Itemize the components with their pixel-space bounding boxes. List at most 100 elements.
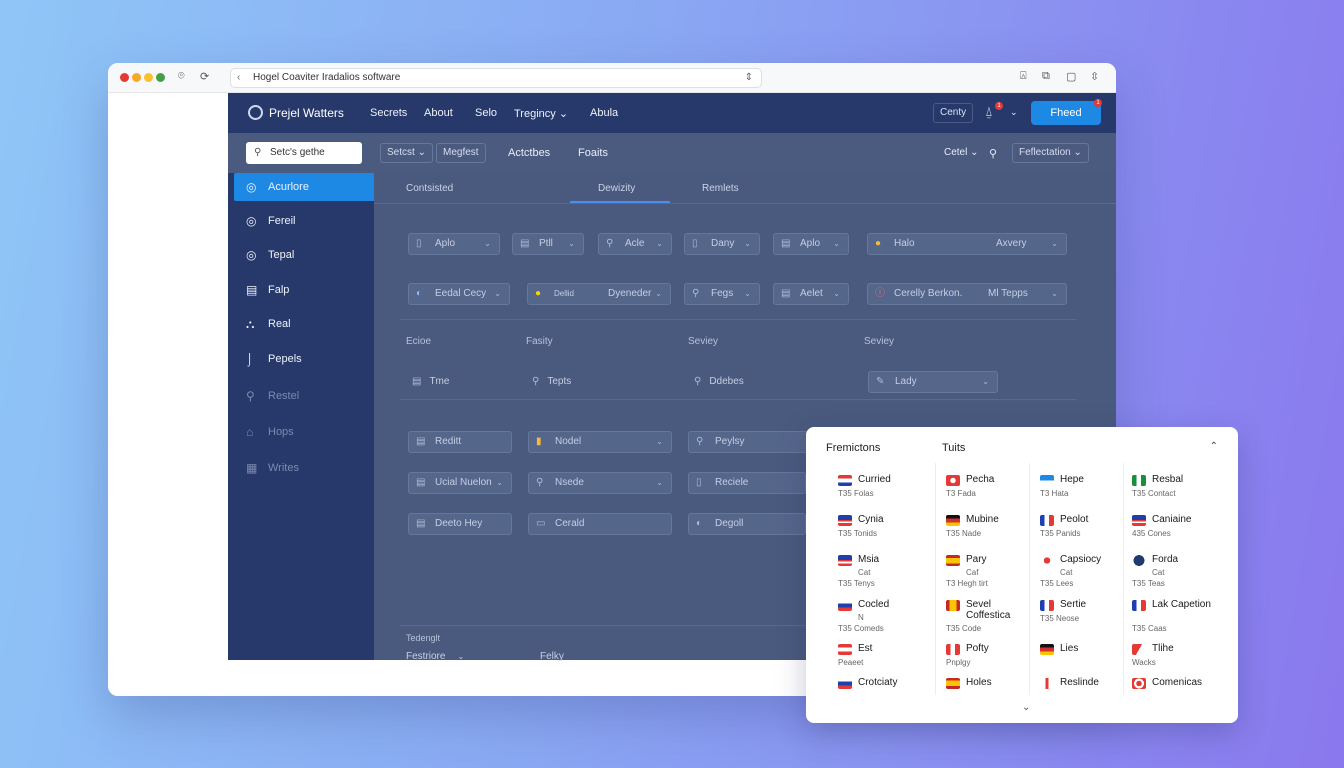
row1-field-4[interactable]: ▯ Dany ⌄ <box>684 233 760 255</box>
maximize-dot[interactable] <box>144 73 153 82</box>
language-sub: Peaeet <box>838 658 864 667</box>
row1-field-1[interactable]: ▯ Aplo ⌄ <box>408 233 500 255</box>
row6-field-1[interactable]: ▤ Deeto Hey <box>408 513 512 535</box>
sidebar-item-icon: ⛬ <box>246 317 255 331</box>
sidebar-item-3[interactable]: ◎ Tepal <box>234 241 374 269</box>
language-name: Capsiocy <box>1060 554 1102 565</box>
tab-contsisted[interactable]: Contsisted <box>406 183 453 194</box>
filter-select[interactable]: Setcst ⌄ <box>380 143 433 163</box>
row4-field-2[interactable]: ▮ Nodel ⌄ <box>528 431 672 453</box>
language-sub: T35 Nade <box>946 529 982 538</box>
sidebar-item-6[interactable]: ⌡ Pepels <box>234 345 374 373</box>
search-input[interactable]: ⚲ Setc's gethe <box>246 142 362 164</box>
primary-button[interactable]: Fheed <box>1031 101 1101 125</box>
flag-icon <box>838 475 852 486</box>
extra-dot[interactable] <box>156 73 165 82</box>
menu-icon[interactable]: ⇳ <box>1090 70 1099 83</box>
row6-field-3[interactable]: ◐ Degoll <box>688 513 806 535</box>
share-icon[interactable]: ⇕ <box>745 69 753 87</box>
back-icon[interactable]: ‹ <box>237 69 240 87</box>
nav-link-abula[interactable]: Abula <box>590 107 618 119</box>
sidebar: ◎ Acurlore ◎ Fereil ◎ Tepal ▤ Falp ⛬ Real ⌡ Pepels ⚲… <box>228 173 374 660</box>
reload-icon[interactable]: ⟳ <box>200 70 209 83</box>
row2-field-3[interactable]: ⚲ Fegs ⌄ <box>684 283 760 305</box>
chevron-down-icon[interactable]: ⌄ <box>1010 107 1018 118</box>
tab-remlets[interactable]: Remlets <box>702 183 739 194</box>
sidebar-item-icon: ◎ <box>246 214 257 228</box>
flag-icon <box>838 678 852 689</box>
language-sub: T35 Panids <box>1040 529 1081 538</box>
footer-text: Felky <box>540 651 564 662</box>
section-item-3[interactable]: ⚲ Ddebes <box>694 376 744 387</box>
brand[interactable]: Prejel Watters <box>248 105 344 120</box>
row2-field-5[interactable]: ⓘ Cerelly Berkon. Ml Tepps ⌄ <box>867 283 1067 305</box>
row1-field-2[interactable]: ▤ Ptll ⌄ <box>512 233 584 255</box>
flag-icon <box>838 644 852 655</box>
language-sub: Pnplgy <box>946 658 971 667</box>
minimize-dot[interactable] <box>132 73 141 82</box>
window-icon[interactable]: ▢ <box>1066 70 1076 83</box>
filter-button[interactable]: Megfest <box>436 143 486 163</box>
tabs-icon[interactable]: ⧉ <box>1042 70 1050 83</box>
right-button[interactable]: Feflectation ⌄ <box>1012 143 1089 163</box>
primary-badge: 1 <box>1094 99 1102 107</box>
sidebar-item-5[interactable]: ⛬ Real <box>234 310 374 338</box>
centy-button[interactable]: Centy <box>933 103 974 123</box>
sidebar-item-2[interactable]: ◎ Fereil <box>234 207 374 235</box>
row4-field-1[interactable]: ▤ Reditt <box>408 431 512 453</box>
nav-link-about[interactable]: About <box>424 107 453 119</box>
flag-icon <box>1040 555 1054 566</box>
sidebar-item-4[interactable]: ▤ Falp <box>234 276 374 304</box>
nav-link-secrets[interactable]: Secrets <box>370 107 407 119</box>
collapse-icon[interactable]: ⌃ <box>1210 441 1218 452</box>
shield-icon[interactable]: ⌾ <box>178 70 185 83</box>
sidebar-item-7[interactable]: ⚲ Restel <box>234 382 374 410</box>
language-sub: T35 Code <box>946 624 982 633</box>
row2-field-1[interactable]: ◐ Eedal Cecy ⌄ <box>408 283 510 305</box>
language-sub2: Caf <box>966 568 979 577</box>
language-name: Resbal <box>1152 474 1184 485</box>
nav-link-dropdown[interactable]: Tregincy ⌄ <box>514 107 568 120</box>
row2-field-2[interactable]: ● Dellid Dyeneder ⌄ <box>527 283 671 305</box>
row5-field-1[interactable]: ▤ Ucial Nuelon ⌄ <box>408 472 512 494</box>
languages-popup: Fremictons Tuits ⌃ ⌄ Curried T35 Folas Pec… <box>806 427 1238 723</box>
sidebar-item-label: Fereil <box>268 215 296 227</box>
expand-icon[interactable]: ⌄ <box>1022 702 1030 713</box>
row5-field-3[interactable]: ▯ Reciele <box>688 472 806 494</box>
language-sub: T35 Tonids <box>838 529 877 538</box>
toolbar-link-1[interactable]: Actctbes <box>508 147 550 159</box>
tab-dewizity[interactable]: Dewizity <box>598 183 635 194</box>
url-bar[interactable]: ‹ Hogel Coaviter Iradalios software ⇕ <box>230 68 762 88</box>
row6-field-2[interactable]: ▭ Cerald <box>528 513 672 535</box>
profile-icon[interactable]: ⍓ <box>1020 70 1027 83</box>
language-sub2: Cat <box>858 568 871 577</box>
bell-icon[interactable]: ⍙ <box>985 104 993 120</box>
flag-icon <box>946 475 960 486</box>
row2-field-4[interactable]: ▤ Aelet ⌄ <box>773 283 849 305</box>
flag-icon <box>946 555 960 566</box>
url-text: Hogel Coaviter Iradalios software <box>253 72 401 83</box>
sidebar-item-9[interactable]: ▦ Writes <box>234 454 374 482</box>
footer-select[interactable]: Festriore ⌄ <box>406 651 464 662</box>
language-sub2: Cat <box>1060 568 1073 577</box>
sidebar-item-1[interactable]: ◎ Acurlore <box>234 173 374 201</box>
toolbar-link-2[interactable]: Foaits <box>578 147 608 159</box>
section-select[interactable]: ✎ Lady ⌄ <box>868 371 998 393</box>
nav-link-selo[interactable]: Selo <box>475 107 497 119</box>
language-sub: T35 Caas <box>1132 624 1167 633</box>
toolbar: ⚲ Setc's gethe Setcst ⌄ Megfest Actctbes… <box>228 133 1116 173</box>
row1-field-5[interactable]: ▤ Aplo ⌄ <box>773 233 849 255</box>
row5-field-2[interactable]: ⚲ Nsede ⌄ <box>528 472 672 494</box>
flag-icon <box>1040 515 1054 526</box>
sidebar-item-8[interactable]: ⌂ Hops <box>234 418 374 446</box>
row1-field-3[interactable]: ⚲ Acle ⌄ <box>598 233 672 255</box>
right-select[interactable]: Cetel ⌄ <box>944 147 979 158</box>
popup-title-2: Tuits <box>942 442 966 454</box>
row1-field-6[interactable]: ● Halo Axvery ⌄ <box>867 233 1067 255</box>
filter-icon[interactable]: ⚲ <box>989 147 997 160</box>
section-item-2[interactable]: ⚲ Tepts <box>532 376 571 387</box>
sidebar-item-label: Pepels <box>268 353 302 365</box>
language-name: Cocled <box>858 599 890 610</box>
close-dot[interactable] <box>120 73 129 82</box>
section-item-1[interactable]: ▤ Tme <box>412 376 449 387</box>
